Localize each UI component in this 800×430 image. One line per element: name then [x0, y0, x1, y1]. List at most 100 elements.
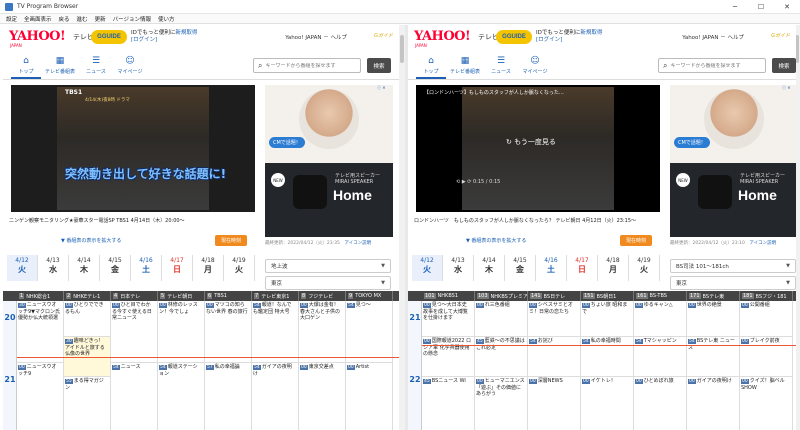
- channel-header[interactable]: 9 TOKYO MX: [346, 291, 393, 301]
- menu-howto[interactable]: 使い方: [158, 15, 175, 23]
- close-button[interactable]: ✕: [774, 0, 800, 14]
- nav-news[interactable]: ☰ ニュース: [81, 54, 111, 79]
- channel-header[interactable]: 6 TBS1: [205, 291, 252, 301]
- program-cell[interactable]: 00 ニュースウオッチ9: [17, 363, 63, 430]
- current-time-button[interactable]: 現在時刻: [215, 235, 247, 246]
- channel-header[interactable]: 101 NHKBS1: [422, 291, 475, 301]
- program-cell[interactable]: 54 BSテレ東 ニュース: [687, 337, 739, 377]
- program-cell[interactable]: 00 ガイアの夜明け: [687, 377, 739, 430]
- date-tab[interactable]: 4/15 金: [100, 255, 131, 281]
- program-cell[interactable]: 00 ちょい旅 昭和まで: [581, 301, 633, 337]
- nav-top[interactable]: ⌂ トップ: [11, 54, 41, 79]
- program-cell[interactable]: 00 ひとめぼれ旅: [634, 377, 686, 430]
- left-scrollbar[interactable]: [399, 25, 405, 430]
- program-cell[interactable]: 00 林修のレッスン！今でしょ: [158, 301, 204, 363]
- date-tab[interactable]: 4/14 木: [69, 255, 100, 281]
- channel-header[interactable]: 151 BS朝日1: [581, 291, 634, 301]
- ad-info-icon[interactable]: ⓘ ✕: [782, 85, 791, 91]
- date-tab[interactable]: 4/18 月: [193, 255, 224, 281]
- program-cell[interactable]: 54 ニュース: [111, 363, 157, 430]
- video-caption[interactable]: ロンドンハーツ もしものスタッフが人しか脈なくなったら？ テレビ朝日 4月12日…: [414, 217, 636, 224]
- date-tab[interactable]: 4/13 水: [443, 255, 474, 281]
- yahoo-help-link[interactable]: Yahoo! JAPAN － ヘルプ: [682, 33, 744, 41]
- menu-settings[interactable]: 設定: [6, 15, 17, 23]
- menu-refresh[interactable]: 更新: [95, 15, 106, 23]
- date-tab[interactable]: 4/12 火: [412, 255, 443, 281]
- broadcast-select[interactable]: 地上波 ▼: [265, 259, 391, 273]
- search-input[interactable]: [265, 62, 360, 69]
- channel-header[interactable]: 2 NHKEテレ1: [64, 291, 111, 301]
- program-cell[interactable]: 00 Artist: [346, 363, 392, 430]
- icon-legend-link[interactable]: アイコン説明: [344, 241, 371, 246]
- search-input[interactable]: [670, 62, 765, 69]
- program-cell[interactable]: 00 世界の絶景: [687, 301, 739, 337]
- program-cell[interactable]: 00 東京交差点: [299, 363, 345, 430]
- program-cell[interactable]: 54 報道！なんでも鑑定団 特大号: [252, 301, 298, 363]
- program-cell[interactable]: 54 私の幸福時間: [581, 337, 633, 377]
- menu-back[interactable]: 戻る: [59, 15, 70, 23]
- channel-header[interactable]: 8 フジテレビ: [299, 291, 346, 301]
- channel-header[interactable]: 4 日本テレ: [111, 291, 158, 301]
- program-cell[interactable]: 54 お詫び: [528, 337, 580, 377]
- region-select[interactable]: 東京 ▼: [265, 276, 391, 290]
- replay-button[interactable]: ↻ もう一度見る: [506, 137, 556, 147]
- program-cell[interactable]: 00 深層NEWS: [528, 377, 580, 430]
- expand-guide-link[interactable]: ▼ 番組表の表示を拡大する: [61, 237, 121, 244]
- nav-tv-guide[interactable]: ▦ テレビ番組表: [450, 54, 480, 79]
- ad-info-icon[interactable]: ⓘ ✕: [377, 85, 386, 91]
- date-tab[interactable]: 4/19 火: [224, 255, 255, 281]
- channel-header[interactable]: 141 BS日テレ: [528, 291, 581, 301]
- program-cell[interactable]: 00 公開番組: [740, 301, 792, 337]
- video-controls[interactable]: ⟲ ▶ ⟳ 0:15 / 0:15: [456, 179, 500, 185]
- program-cell[interactable]: 00 大爆は金有！春大さんと子供の大口ゲン: [299, 301, 345, 363]
- program-cell[interactable]: 00 国際報道2022 ロシア軍 化学兵器使用の懸念: [422, 337, 474, 377]
- broadcast-select[interactable]: BS司法 101〜181ch ▼: [670, 259, 796, 273]
- program-cell[interactable]: 54 Tマシャッピン: [634, 337, 686, 377]
- yahoo-help-link[interactable]: Yahoo! JAPAN － ヘルプ: [285, 33, 347, 41]
- program-cell[interactable]: 00 イケトレ！: [581, 377, 633, 430]
- speaker-ad[interactable]: CMで話題！ NEW テレビ用スピーカー MIRAI SPEAKER Home: [670, 85, 796, 237]
- menu-fullscreen[interactable]: 全画面表示: [24, 15, 52, 23]
- nav-mypage[interactable]: ☺ マイページ: [115, 54, 145, 79]
- nav-tv-guide[interactable]: ▦ テレビ番組表: [45, 54, 75, 79]
- program-cell[interactable]: 54 報道ステーション: [158, 363, 204, 430]
- program-cell[interactable]: 54 見つ～: [346, 301, 392, 363]
- date-tab[interactable]: 4/16 土: [536, 255, 567, 281]
- channel-header[interactable]: 7 テレビ東京1: [252, 291, 299, 301]
- date-tab[interactable]: 4/17 日: [567, 255, 598, 281]
- search-button[interactable]: 検索: [772, 58, 796, 73]
- yahoo-logo[interactable]: YAHOO!: [9, 29, 66, 44]
- program-cell[interactable]: 55 まる得マガジン: [64, 377, 110, 430]
- date-tab[interactable]: 4/19 火: [629, 255, 660, 281]
- yahoo-logo[interactable]: YAHOO!: [414, 29, 471, 44]
- login-link[interactable]: [ログイン]: [131, 37, 157, 43]
- nav-news[interactable]: ☰ ニュース: [486, 54, 516, 79]
- speaker-ad[interactable]: CMで話題！ NEW テレビ用スピーカー MIRAI SPEAKER Home: [265, 85, 393, 237]
- channel-header[interactable]: 171 BSテレ東: [687, 291, 740, 301]
- video-player[interactable]: TBS1 4/14(木)夜8時 ドラマ 突然動き出して好きな話題に!: [11, 85, 255, 212]
- program-cell[interactable]: 00 ブレイク前夜: [740, 337, 792, 377]
- channel-header[interactable]: 5 テレビ朝日: [158, 291, 205, 301]
- date-tab[interactable]: 4/13 水: [38, 255, 69, 281]
- channel-header[interactable]: 1 NHK総合1: [17, 291, 64, 301]
- program-cell[interactable]: 00 ゆるキャン△: [634, 301, 686, 337]
- expand-guide-link[interactable]: ▼ 番組表の表示を拡大する: [466, 237, 526, 244]
- program-cell[interactable]: 00 シベスサミとオミ！日常の恋たち: [528, 301, 580, 337]
- program-cell[interactable]: 00 見つ～大日本史 故事を成して大博覧を仕掛けます: [422, 301, 474, 337]
- program-cell[interactable]: 57 私の幸福論: [205, 363, 251, 430]
- date-tab[interactable]: 4/15 金: [505, 255, 536, 281]
- program-cell[interactable]: 00 ヒューマニエンス「遊ぶ」その価値にあらがう: [475, 377, 527, 430]
- video-player[interactable]: 【ロンドンハーツ】もしものスタッフが人しか脈なくなった… ↻ もう一度見る ⟲ …: [416, 85, 660, 212]
- icon-legend-link[interactable]: アイコン説明: [749, 241, 776, 246]
- program-cell[interactable]: 45 BSニュース Wi: [422, 377, 474, 430]
- minimize-button[interactable]: ─: [722, 0, 748, 14]
- program-cell[interactable]: 00 マツコの知らない世界 春の旅行: [205, 301, 251, 363]
- signup-link[interactable]: 新規取得: [580, 30, 602, 36]
- region-select[interactable]: 東京 ▼: [670, 276, 796, 290]
- menu-version[interactable]: バージョン情報: [113, 15, 151, 23]
- menu-forward[interactable]: 進む: [77, 15, 88, 23]
- video-caption[interactable]: ニンゲン観察モニタリング★豪華スター電話SP TBS1 4月14日（木）20:0…: [9, 217, 185, 224]
- login-link[interactable]: [ログイン]: [536, 37, 562, 43]
- nav-mypage[interactable]: ☺ マイページ: [520, 54, 550, 79]
- signup-link[interactable]: 新規取得: [175, 30, 197, 36]
